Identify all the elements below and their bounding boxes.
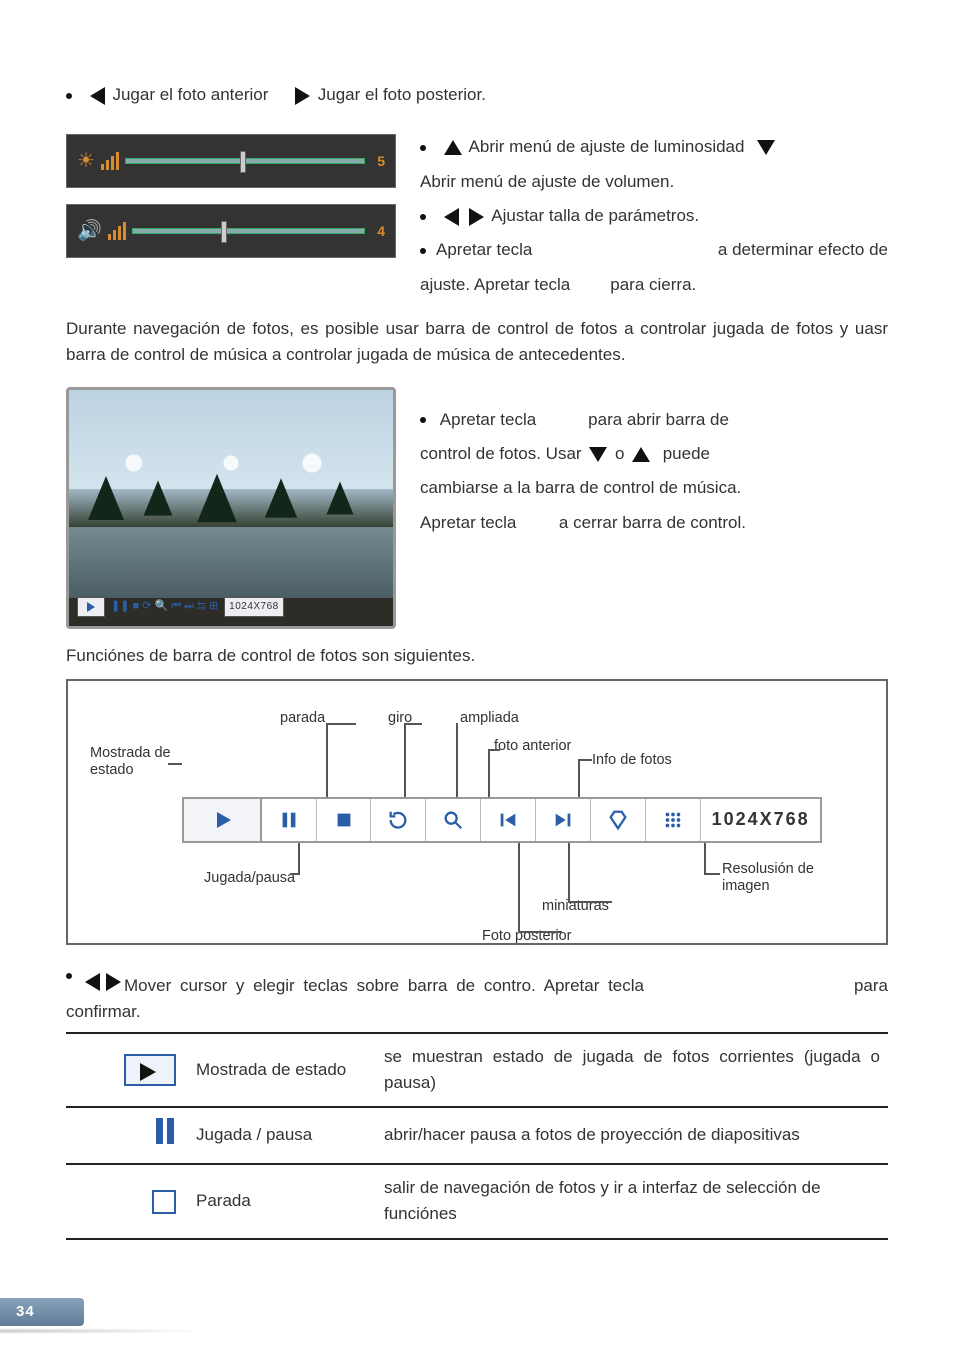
page-footer: 34 [0, 1298, 84, 1326]
nav-description-paragraph: Durante navegación de fotos, es posible … [66, 316, 888, 369]
triangle-left-icon [90, 87, 105, 105]
row3-name: Parada [188, 1164, 376, 1239]
page-number: 34 [0, 1298, 84, 1326]
table-row: Parada salir de navegación de fotos y ir… [66, 1164, 888, 1239]
state-display-icon [124, 1054, 176, 1086]
diagram-slot-thumbs [646, 799, 701, 841]
control-functions-table: Mostrada de estado se muestran estado de… [66, 1032, 888, 1240]
bullet-icon [66, 973, 72, 979]
row2-desc: abrir/hacer pausa a fotos de proyección … [376, 1107, 888, 1163]
label-parada: parada [280, 707, 325, 729]
brightness-slider: ☀ 5 [66, 134, 396, 188]
change-music-bar-text: cambiarse a la barra de control de músic… [420, 475, 888, 501]
or-text: o [615, 444, 624, 463]
label-mostrada-estado: Mostrada de estado [90, 745, 178, 780]
sliders-illustration: ☀ 5 🔊 4 [66, 134, 396, 274]
adjust-press-text: ajuste. Apretar tecla [420, 272, 570, 298]
bullet-icon [420, 214, 426, 220]
functions-subheading: Funciónes de barra de control de fotos s… [66, 643, 888, 669]
diagram-slot-prev [481, 799, 536, 841]
row2-name: Jugada / pausa [188, 1107, 376, 1163]
stop-icon [152, 1190, 176, 1214]
slider-description: Abrir menú de ajuste de luminosidad Abri… [420, 134, 888, 306]
confirm-text: confirmar. [66, 999, 888, 1025]
nav-prev-next-line: Jugar el foto anterior Jugar el foto pos… [66, 82, 888, 108]
bullet-icon [420, 417, 426, 423]
diagram-slot-resolution: 1024X768 [701, 799, 820, 841]
control-bar-diagram: Mostrada de estado parada giro ampliada … [66, 679, 888, 945]
play-state-box [77, 597, 105, 617]
label-jugada-pausa: Jugada/pausa [204, 867, 295, 889]
play-icon [217, 812, 231, 828]
level-bars-icon [101, 152, 119, 170]
triangle-right-icon [106, 973, 121, 991]
landscape-photo: ❚❚ ■ ⟳ 🔍 ⏮ ⏭ ⇆ ⊞ 1024X768 [66, 387, 396, 629]
pause-icon [154, 1118, 176, 1152]
determine-effect-text: a determinar efecto de [718, 237, 888, 263]
control-bar-icons: ❚❚ ■ ⟳ 🔍 ⏮ ⏭ ⇆ ⊞ [111, 598, 218, 615]
footer-shadow [0, 1328, 210, 1334]
bullet-icon [420, 145, 426, 151]
bullet-icon [420, 248, 426, 254]
control-photos-text: control de fotos. Usar [420, 444, 582, 463]
diagram-slot-stop [317, 799, 372, 841]
label-foto-posterior: Foto posterior [482, 925, 571, 947]
triangle-left-icon [444, 208, 459, 226]
triangle-down-icon [757, 140, 775, 155]
label-giro: giro [388, 707, 412, 729]
adjust-params-text: Ajustar talla de parámetros. [491, 206, 699, 225]
play-icon [87, 602, 95, 612]
volume-slider: 🔊 4 [66, 204, 396, 258]
diagram-slot-rotate [371, 799, 426, 841]
can-text: puede [663, 444, 710, 463]
photo-control-bar: ❚❚ ■ ⟳ 🔍 ⏮ ⏭ ⇆ ⊞ 1024X768 [77, 596, 385, 618]
volume-value: 4 [377, 221, 385, 243]
photo-resolution-badge: 1024X768 [224, 597, 284, 617]
prev-photo-text: Jugar el foto anterior [112, 85, 268, 104]
label-foto-anterior: foto anterior [494, 735, 571, 757]
triangle-up-icon [444, 140, 462, 155]
diagram-slot-pause [262, 799, 317, 841]
triangle-right-icon [469, 208, 484, 226]
open-brightness-text: Abrir menú de ajuste de luminosidad [469, 137, 745, 156]
bullet-icon [66, 93, 72, 99]
open-volume-text: Abrir menú de ajuste de volumen. [420, 169, 888, 195]
press-key-close-text: Apretar tecla [420, 513, 516, 532]
press-key-text: Apretar tecla [440, 410, 536, 429]
table-row: Jugada / pausa abrir/hacer pausa a fotos… [66, 1107, 888, 1163]
cursor-instruction: Mover cursor y elegir teclas sobre barra… [66, 973, 888, 999]
label-info-fotos: Info de fotos [592, 749, 672, 771]
close-bar-text: a cerrar barra de control. [559, 513, 746, 532]
diagram-slot-state [184, 799, 262, 841]
triangle-down-icon [589, 447, 607, 462]
label-ampliada: ampliada [460, 707, 519, 729]
label-miniaturas: miniaturas [542, 895, 609, 917]
row3-desc: salir de navegación de fotos y ir a inte… [376, 1164, 888, 1239]
triangle-up-icon [632, 447, 650, 462]
triangle-left-icon [85, 973, 100, 991]
next-photo-text: Jugar el foto posterior. [318, 85, 486, 104]
diagram-toolbar: 1024X768 [182, 797, 822, 843]
for-text: para [854, 973, 888, 999]
photo-description: Apretar tecla para abrir barra de contro… [420, 387, 888, 544]
move-cursor-text: Mover cursor y elegir teclas sobre barra… [124, 973, 794, 999]
press-key-text: Apretar tecla [436, 240, 532, 259]
speaker-icon: 🔊 [77, 216, 102, 247]
brightness-icon: ☀ [77, 146, 95, 177]
to-close-text: para cierra. [610, 272, 696, 298]
row1-name: Mostrada de estado [188, 1033, 376, 1108]
table-row: Mostrada de estado se muestran estado de… [66, 1033, 888, 1108]
brightness-value: 5 [377, 151, 385, 173]
label-resolucion: Resolusión de imagen [722, 861, 852, 896]
diagram-slot-zoom [426, 799, 481, 841]
level-bars-icon [108, 222, 126, 240]
triangle-right-icon [295, 87, 310, 105]
diagram-slot-info [591, 799, 646, 841]
row1-desc: se muestran estado de jugada de fotos co… [376, 1033, 888, 1108]
diagram-slot-next [536, 799, 591, 841]
open-bar-text: para abrir barra de [588, 410, 729, 429]
